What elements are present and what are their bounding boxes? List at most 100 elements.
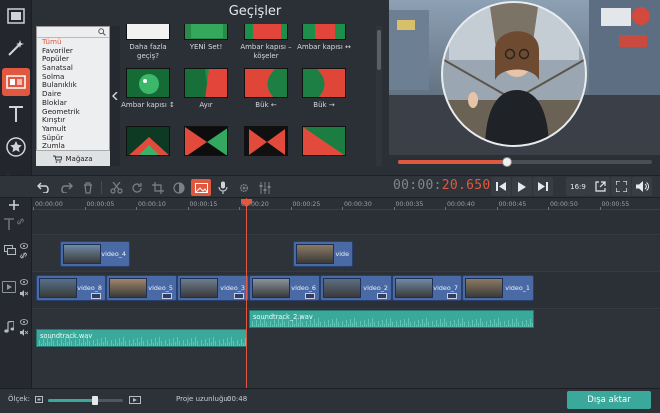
video-clip[interactable]: video_8	[36, 275, 106, 301]
gallery-scrollbar[interactable]	[376, 26, 382, 166]
transition-tile[interactable]: STORE Daha fazla geçiş?	[118, 24, 178, 60]
import-tool[interactable]	[2, 2, 30, 30]
link-icon	[17, 218, 24, 225]
zoom-in-icon	[129, 396, 141, 404]
cut-button[interactable]	[106, 176, 126, 199]
store-button[interactable]: Mağaza	[36, 150, 110, 166]
video-clip[interactable]: video_5	[106, 275, 177, 301]
crop-button[interactable]	[148, 176, 168, 199]
transitions-tool[interactable]	[2, 68, 30, 96]
transition-tile[interactable]	[294, 126, 354, 159]
transition-tile[interactable]: Ambar kapısı ↔	[294, 24, 354, 52]
transition-tile[interactable]	[236, 126, 296, 159]
clip-properties-button[interactable]	[191, 179, 211, 196]
eye-icon	[19, 319, 29, 325]
stickers-tool[interactable]	[2, 133, 30, 161]
gallery-scroll-thumb[interactable]	[377, 30, 381, 70]
video-clip[interactable]: video_7	[392, 275, 462, 301]
record-audio-button[interactable]	[213, 176, 233, 199]
rotate-button[interactable]	[127, 176, 147, 199]
titles-tool[interactable]	[2, 100, 30, 128]
eye-icon	[19, 243, 29, 249]
color-adjust-button[interactable]	[169, 176, 189, 199]
undo-button[interactable]	[34, 176, 54, 199]
video-clip[interactable]: video_4	[60, 241, 130, 267]
clip-effect-badge[interactable]	[234, 293, 244, 299]
transition-tile[interactable]	[176, 126, 236, 159]
next-button[interactable]	[533, 177, 553, 196]
clip-label: video_2	[363, 284, 388, 292]
transition-tile[interactable]: Ambar kapısı – köşeler	[236, 24, 296, 60]
transition-tile[interactable]: Ayır	[176, 68, 236, 110]
redo-button[interactable]	[56, 176, 76, 199]
title-track[interactable]	[32, 211, 660, 235]
clip-label: video_3	[220, 284, 245, 292]
ruler-tick	[496, 207, 498, 210]
crop-icon	[152, 181, 164, 194]
ruler-tick-label: 00:00:15	[189, 201, 218, 208]
main-track-mute-toggle[interactable]	[20, 290, 29, 300]
main-track-visibility-toggle[interactable]	[19, 278, 29, 288]
detach-preview-button[interactable]	[590, 177, 610, 196]
transition-tile[interactable]: Ambar kapısı ↕	[118, 68, 178, 110]
link-icon	[20, 252, 27, 259]
clip-effect-badge[interactable]	[91, 293, 101, 299]
preview-player	[389, 0, 660, 155]
fullscreen-button[interactable]	[611, 177, 631, 196]
title-track-link-toggle[interactable]	[17, 218, 24, 228]
clip-effect-badge[interactable]	[305, 293, 315, 299]
transition-tile[interactable]: Bük →	[294, 68, 354, 110]
clip-effect-badge[interactable]	[162, 293, 172, 299]
transition-tile[interactable]: Bük ←	[236, 68, 296, 110]
clip-effect-badge[interactable]	[447, 293, 457, 299]
ruler-tick-label: 00:00:55	[601, 201, 630, 208]
audio-track-mute-toggle[interactable]	[20, 329, 29, 339]
playhead-handle[interactable]	[241, 199, 252, 207]
clip-effect-badge[interactable]	[377, 293, 387, 299]
transition-label: Ambar kapısı ↕	[121, 101, 175, 109]
delete-button[interactable]	[78, 176, 98, 199]
image-icon	[194, 182, 208, 193]
zoom-out-button[interactable]	[35, 396, 43, 406]
magic-wand-icon	[8, 40, 24, 56]
play-button[interactable]	[512, 177, 532, 196]
video-clip[interactable]: video_3	[177, 275, 249, 301]
transition-tile[interactable]	[118, 126, 178, 159]
mute-icon	[20, 290, 29, 297]
audio-clip[interactable]: soundtrack.wav	[36, 329, 247, 347]
playhead-line	[246, 198, 247, 388]
audio-clip-label: soundtrack_2.wav	[253, 313, 313, 321]
overlay-track-link-toggle[interactable]	[20, 252, 27, 262]
video-clip[interactable]: video_1	[462, 275, 534, 301]
speaker-icon	[635, 181, 649, 192]
timeline-ruler[interactable]: 00:00:00 00:00:05 00:00:10 00:00:15 00:00:20…	[32, 198, 660, 210]
transition-label: YENİ Set!	[189, 43, 223, 51]
settings-button[interactable]	[234, 176, 254, 199]
export-button[interactable]: Dışa aktar	[567, 391, 651, 409]
ruler-tick-label: 00:00:35	[395, 201, 424, 208]
ruler-tick-label: 00:00:00	[35, 201, 63, 208]
preview-scrubber-handle[interactable]	[502, 157, 513, 167]
music-note-icon	[4, 320, 15, 333]
video-clip[interactable]: vide	[293, 241, 353, 267]
equalizer-button[interactable]	[255, 176, 275, 199]
transition-tile[interactable]: YENİ Set!	[176, 24, 236, 52]
video-clip[interactable]: video_6	[249, 275, 320, 301]
overlay-track-visibility-toggle[interactable]	[19, 242, 29, 252]
volume-button[interactable]	[632, 177, 652, 196]
add-track-button[interactable]	[9, 200, 19, 212]
preview-frame	[389, 0, 660, 155]
transition-thumbnail	[184, 68, 228, 98]
clip-thumbnail	[323, 278, 361, 298]
zoom-in-button[interactable]	[129, 396, 141, 407]
audio-track-visibility-toggle[interactable]	[19, 318, 29, 328]
video-clip[interactable]: video_2	[320, 275, 392, 301]
zoom-slider-handle[interactable]	[91, 396, 98, 405]
transition-label: Ambar kapısı ↔	[297, 43, 351, 51]
clip-label: video_5	[148, 284, 173, 292]
filters-tool[interactable]	[2, 34, 30, 62]
ruler-tick-label: 00:00:50	[550, 201, 578, 208]
aspect-ratio-button[interactable]: 16:9	[566, 177, 590, 196]
audio-clip[interactable]: soundtrack_2.wav	[249, 310, 534, 328]
previous-button[interactable]	[491, 177, 511, 196]
